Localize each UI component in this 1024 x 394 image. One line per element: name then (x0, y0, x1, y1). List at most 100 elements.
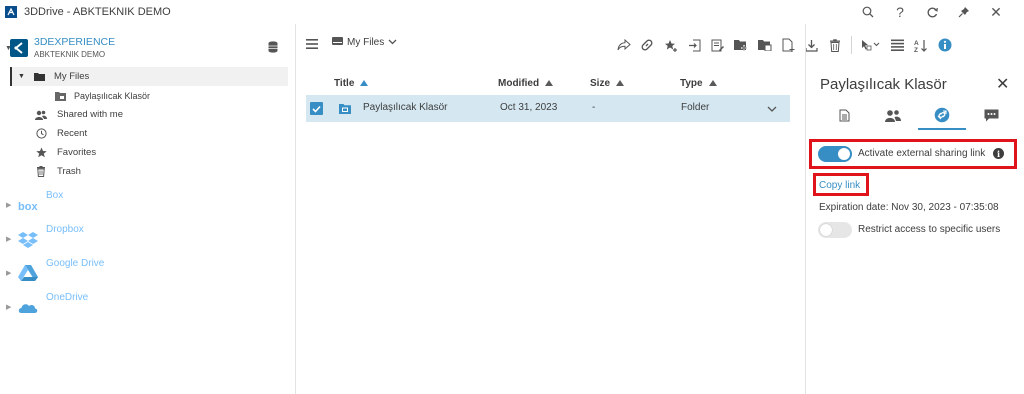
column-label: Size (590, 77, 611, 89)
favorite-add-icon[interactable] (659, 34, 683, 56)
tree-item-label: Favorites (57, 147, 97, 158)
chevron-down-icon (388, 37, 397, 48)
info-icon[interactable]: i (993, 148, 1004, 159)
cloud-label: Dropbox (46, 224, 84, 235)
copy-link-button[interactable]: Copy link (819, 180, 860, 191)
google-drive-icon (18, 264, 38, 282)
panel-title: Paylaşılıcak Klasör (820, 76, 947, 93)
sort-asc-icon (616, 80, 625, 86)
caret-right-icon[interactable]: ▶ (6, 201, 11, 209)
account-header[interactable]: ▼ 3DEXPERIENCE ABKTEKNIK DEMO (0, 32, 296, 64)
file-list-area: My Files A Z Title Modified Size Type Pa… (296, 24, 952, 394)
table-header: Title Modified Size Type (296, 72, 805, 94)
column-size[interactable]: Size (590, 77, 625, 89)
panel-tabs (820, 104, 1015, 130)
trash-icon (34, 166, 48, 178)
cloud-item-box[interactable]: ▶ box Box (0, 188, 296, 220)
row-modified: Oct 31, 2023 (500, 102, 558, 113)
external-sharing-toggle[interactable] (818, 146, 852, 162)
restrict-access-label: Restrict access to specific users (858, 224, 1001, 235)
restrict-access-toggle[interactable] (818, 222, 852, 238)
svg-text:box: box (18, 201, 38, 213)
tree-item-recent[interactable]: Recent (0, 124, 296, 143)
row-title: Paylaşılıcak Klasör (363, 102, 448, 113)
account-tenant: ABKTEKNIK DEMO (34, 50, 106, 59)
column-label: Modified (498, 77, 540, 89)
cloud-label: Google Drive (46, 258, 105, 269)
shared-folder-icon (339, 103, 351, 114)
caret-right-icon[interactable]: ▶ (6, 235, 11, 243)
app-logo-icon (5, 6, 17, 18)
database-icon[interactable] (268, 41, 278, 53)
cloud-item-google-drive[interactable]: ▶ Google Drive (0, 256, 296, 288)
caret-down-icon[interactable]: ▼ (18, 73, 25, 80)
close-icon[interactable]: ✕ (996, 74, 1009, 94)
tree-item-favorites[interactable]: Favorites (0, 143, 296, 162)
cloud-item-dropbox[interactable]: ▶ Dropbox (0, 222, 296, 254)
sidebar: ▼ 3DEXPERIENCE ABKTEKNIK DEMO ▼ My Files… (0, 24, 296, 394)
share-icon[interactable] (612, 34, 636, 56)
folder-icon (33, 71, 47, 83)
members-icon (885, 109, 901, 125)
hamburger-menu-icon[interactable] (306, 38, 318, 50)
external-share-icon (934, 107, 950, 126)
toggle-knob (838, 148, 850, 160)
row-size: - (592, 102, 596, 113)
cloud-item-onedrive[interactable]: ▶ OneDrive (0, 290, 296, 322)
tab-comments[interactable] (967, 104, 1015, 130)
toggle-knob (820, 224, 832, 236)
properties-icon (839, 109, 850, 125)
dropbox-icon (18, 230, 38, 248)
shared-folder-icon (53, 90, 67, 102)
table-row[interactable]: Paylaşılıcak Klasör Oct 31, 2023 - Folde… (306, 95, 790, 122)
edit-icon[interactable] (706, 34, 730, 56)
account-name: 3DEXPERIENCE (34, 36, 116, 48)
move-icon[interactable] (683, 34, 707, 56)
onedrive-icon (18, 298, 38, 316)
chevron-down-icon[interactable] (767, 104, 777, 115)
tab-external-share[interactable] (918, 104, 966, 130)
new-folder-icon[interactable] (730, 34, 754, 56)
tree-item-shared-with-me[interactable]: Shared with me (0, 105, 296, 124)
tab-members[interactable] (869, 104, 917, 130)
sort-asc-icon (708, 80, 717, 86)
help-icon[interactable]: ? (884, 0, 916, 24)
users-icon (34, 109, 48, 121)
tab-properties[interactable] (820, 104, 868, 130)
caret-right-icon[interactable]: ▶ (6, 303, 11, 311)
expiration-date: Expiration date: Nov 30, 2023 - 07:35:08 (819, 202, 999, 213)
cloud-label: Box (46, 190, 64, 201)
tree-item-my-files[interactable]: ▼ My Files (10, 67, 288, 86)
column-modified[interactable]: Modified (498, 77, 554, 89)
caret-right-icon[interactable]: ▶ (6, 269, 11, 277)
tree-item-label: Paylaşılıcak Klasör (74, 90, 151, 101)
clock-icon (34, 128, 48, 140)
location-dropdown[interactable]: My Files (332, 37, 397, 48)
column-title[interactable]: Title (334, 77, 369, 89)
search-icon[interactable] (852, 0, 884, 24)
column-label: Type (680, 77, 703, 89)
tree-item-trash[interactable]: Trash (0, 162, 296, 181)
column-type[interactable]: Type (680, 78, 717, 89)
tree-item-label: My Files (53, 71, 90, 82)
link-icon[interactable] (636, 34, 660, 56)
refresh-icon[interactable] (916, 0, 948, 24)
box-icon: box (18, 196, 38, 214)
sort-asc-icon (545, 80, 554, 86)
new-file-icon[interactable] (777, 34, 801, 56)
tree-item-label: Recent (57, 128, 88, 139)
tree-item-shared-folder[interactable]: Paylaşılıcak Klasör (0, 86, 296, 105)
star-icon (34, 147, 48, 159)
pin-icon[interactable] (948, 0, 980, 24)
window-titlebar: 3DDrive - ABKTEKNIK DEMO ? ✕ (0, 0, 1024, 24)
close-icon[interactable]: ✕ (980, 0, 1012, 24)
tree-item-label: Shared with me (57, 109, 124, 120)
comments-icon (984, 109, 999, 125)
copy-folder-icon[interactable] (753, 34, 777, 56)
column-label: Title (334, 77, 355, 89)
3dexperience-logo-icon (10, 39, 28, 57)
row-checkbox[interactable] (310, 102, 323, 115)
external-sharing-label: Activate external sharing link (858, 148, 986, 159)
cloud-label: OneDrive (46, 292, 89, 303)
row-type: Folder (681, 102, 710, 113)
